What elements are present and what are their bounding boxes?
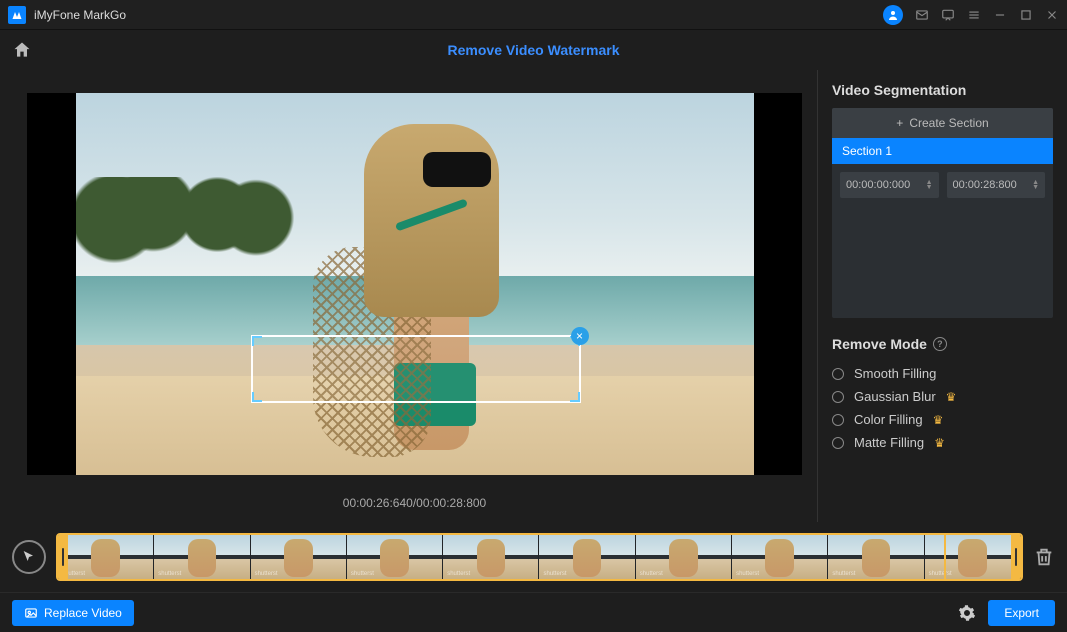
radio-icon xyxy=(832,391,844,403)
create-section-button[interactable]: + Create Section xyxy=(832,108,1053,138)
preview-column: × 00:00:26:640/00:00:28:800 xyxy=(0,70,817,522)
resize-handle-br[interactable] xyxy=(570,392,580,402)
resize-handle-bl[interactable] xyxy=(252,392,262,402)
user-avatar-icon[interactable] xyxy=(883,5,903,25)
settings-icon[interactable] xyxy=(958,604,976,622)
main-area: × 00:00:26:640/00:00:28:800 Video Segmen… xyxy=(0,70,1067,522)
right-panel: Video Segmentation + Create Section Sect… xyxy=(817,70,1067,522)
remove-mode-options: Smooth FillingGaussian Blur ♛Color Filli… xyxy=(832,366,1053,450)
timeline-thumb[interactable]: shutterst xyxy=(732,535,828,579)
remove-mode-option-label: Gaussian Blur xyxy=(854,389,936,404)
stepper-icon[interactable]: ▲▼ xyxy=(926,180,933,190)
feedback-icon[interactable] xyxy=(941,8,955,22)
replace-video-button[interactable]: Replace Video xyxy=(12,600,134,626)
radio-icon xyxy=(832,368,844,380)
minimize-icon[interactable] xyxy=(993,8,1007,22)
timeline-thumb[interactable]: shutterst xyxy=(154,535,250,579)
remove-mode-option[interactable]: Smooth Filling xyxy=(832,366,1053,381)
radio-icon xyxy=(832,414,844,426)
home-icon[interactable] xyxy=(12,40,32,60)
section-time-inputs: 00:00:00:000 ▲▼ 00:00:28:800 ▲▼ xyxy=(832,164,1053,206)
help-icon[interactable]: ? xyxy=(933,337,947,351)
remove-mode-option[interactable]: Gaussian Blur ♛ xyxy=(832,389,1053,404)
section-end-input[interactable]: 00:00:28:800 ▲▼ xyxy=(947,172,1046,198)
remove-mode-option-label: Smooth Filling xyxy=(854,366,936,381)
replace-video-label: Replace Video xyxy=(44,606,122,620)
remove-mode-option[interactable]: Color Filling ♛ xyxy=(832,412,1053,427)
segmentation-title: Video Segmentation xyxy=(832,82,1053,98)
menu-icon[interactable] xyxy=(967,8,981,22)
replace-icon xyxy=(24,606,38,620)
remove-mode-title: Remove Mode xyxy=(832,336,927,352)
preview-wrap: × xyxy=(12,82,817,486)
timeline[interactable]: shutterstshutterstshutterstshutterstshut… xyxy=(56,533,1023,581)
create-section-label: Create Section xyxy=(909,116,988,130)
watermark-selection[interactable]: × xyxy=(251,335,581,403)
timeline-thumb[interactable]: shutterst xyxy=(251,535,347,579)
timeline-handle-left[interactable] xyxy=(58,535,68,579)
app-title: iMyFone MarkGo xyxy=(34,8,883,22)
section-start-value: 00:00:00:000 xyxy=(846,179,910,191)
video-frame: × xyxy=(76,93,754,475)
remove-mode-option-label: Color Filling xyxy=(854,412,923,427)
selection-remove-button[interactable]: × xyxy=(571,327,589,345)
app-logo-icon xyxy=(8,6,26,24)
timeline-thumb[interactable]: shutterst xyxy=(539,535,635,579)
section-start-input[interactable]: 00:00:00:000 ▲▼ xyxy=(840,172,939,198)
timeline-thumb[interactable]: shutterst xyxy=(58,535,154,579)
selection-tool-icon[interactable] xyxy=(12,540,46,574)
page-title: Remove Video Watermark xyxy=(32,42,1035,58)
delete-icon[interactable] xyxy=(1033,546,1055,568)
video-preview[interactable]: × xyxy=(27,93,802,475)
maximize-icon[interactable] xyxy=(1019,8,1033,22)
remove-mode-title-row: Remove Mode ? xyxy=(832,336,1053,352)
crown-icon: ♛ xyxy=(946,390,957,404)
stepper-icon[interactable]: ▲▼ xyxy=(1032,180,1039,190)
export-button[interactable]: Export xyxy=(988,600,1055,626)
bottom-right: Export xyxy=(958,600,1055,626)
close-icon[interactable] xyxy=(1045,8,1059,22)
crown-icon: ♛ xyxy=(934,436,945,450)
timeline-thumb[interactable]: shutterst xyxy=(347,535,443,579)
bottombar: Replace Video Export xyxy=(0,592,1067,632)
section-item[interactable]: Section 1 xyxy=(832,138,1053,164)
remove-mode-option-label: Matte Filling xyxy=(854,435,924,450)
subheader: Remove Video Watermark xyxy=(0,30,1067,70)
mail-icon[interactable] xyxy=(915,8,929,22)
playhead[interactable] xyxy=(944,533,946,581)
timeline-row: shutterstshutterstshutterstshutterstshut… xyxy=(0,522,1067,592)
crown-icon: ♛ xyxy=(933,413,944,427)
resize-handle-tl[interactable] xyxy=(252,336,262,346)
timeline-thumb[interactable]: shutterst xyxy=(925,535,1021,579)
timeline-thumb[interactable]: shutterst xyxy=(443,535,539,579)
plus-icon: + xyxy=(896,116,903,130)
time-display: 00:00:26:640/00:00:28:800 xyxy=(12,486,817,514)
radio-icon xyxy=(832,437,844,449)
timeline-handle-right[interactable] xyxy=(1011,535,1021,579)
timeline-thumb[interactable]: shutterst xyxy=(636,535,732,579)
remove-mode-option[interactable]: Matte Filling ♛ xyxy=(832,435,1053,450)
titlebar: iMyFone MarkGo xyxy=(0,0,1067,30)
titlebar-icons xyxy=(883,5,1059,25)
export-label: Export xyxy=(1004,606,1039,620)
section-end-value: 00:00:28:800 xyxy=(953,179,1017,191)
segmentation-box: + Create Section Section 1 00:00:00:000 … xyxy=(832,108,1053,318)
timeline-thumb[interactable]: shutterst xyxy=(828,535,924,579)
